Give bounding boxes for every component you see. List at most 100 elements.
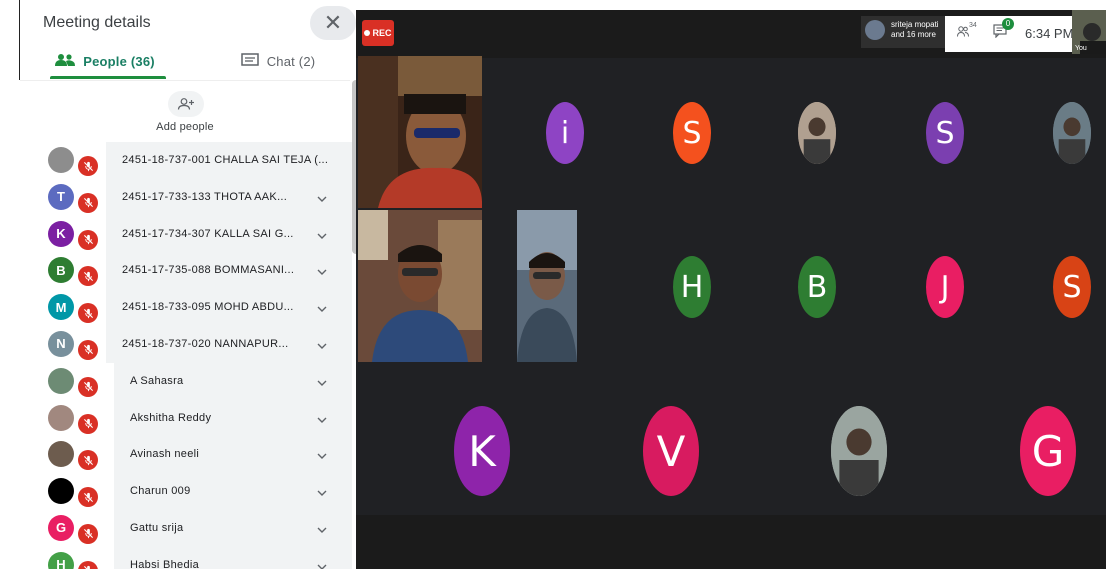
participant-name: A Sahasra xyxy=(130,374,184,387)
tab-people[interactable]: People (36) xyxy=(20,44,190,78)
participant-initial-tile[interactable]: V xyxy=(643,406,699,496)
participant-avatar-group: K xyxy=(48,220,104,250)
chevron-down-icon[interactable] xyxy=(316,302,328,314)
participant-row[interactable]: B 2451-17-735-088 BOMMASANI... xyxy=(20,252,352,290)
active-tab-indicator xyxy=(50,76,166,79)
avatar xyxy=(865,20,885,40)
participant-name: 2451-17-735-088 BOMMASANI... xyxy=(122,264,295,277)
participant-list: 2451-18-737-001 CHALLA SAI TEJA (... T 245… xyxy=(20,142,352,569)
meeting-clock: 6:34 PM xyxy=(1025,26,1074,41)
camera-feed-icon xyxy=(358,210,482,362)
avatar: H xyxy=(48,551,74,569)
participant-photo-tile[interactable] xyxy=(798,102,836,164)
participant-row[interactable]: M 2451-18-733-095 MOHD ABDU... xyxy=(20,289,352,326)
participant-name: Habsi Bhedia xyxy=(130,558,200,569)
add-people-button[interactable]: Add people xyxy=(20,80,350,142)
tab-chat[interactable]: Chat (2) xyxy=(190,44,356,78)
chevron-down-icon[interactable] xyxy=(316,523,328,535)
tab-chat-label: Chat (2) xyxy=(266,53,316,69)
participant-initial-tile[interactable]: H xyxy=(673,256,711,318)
participant-initial-tile[interactable]: G xyxy=(1020,406,1076,496)
participant-initial-tile[interactable]: S xyxy=(673,102,711,164)
mic-off-icon xyxy=(78,413,98,434)
meeting-stage: REC sriteja mopati and 16 more 34 0 6:34… xyxy=(356,10,1106,569)
chevron-down-icon[interactable] xyxy=(316,449,328,461)
close-button[interactable]: ✕ xyxy=(310,6,356,40)
chevron-down-icon[interactable] xyxy=(316,265,328,277)
presenter-chip[interactable]: sriteja mopati and 16 more xyxy=(861,16,945,48)
participant-name: Gattu srija xyxy=(130,521,184,534)
avatar: B xyxy=(48,257,74,284)
panel-title: Meeting details xyxy=(43,14,151,31)
participant-row[interactable]: Avinash neeli xyxy=(20,436,352,474)
participant-avatar-group: H xyxy=(48,551,104,569)
participant-row[interactable]: H Habsi Bhedia xyxy=(20,546,352,569)
chevron-down-icon[interactable] xyxy=(316,192,328,204)
participant-video-3[interactable] xyxy=(517,210,577,362)
participant-avatar-group: T xyxy=(48,183,104,213)
chevron-down-icon[interactable] xyxy=(316,339,328,351)
participant-row[interactable]: G Gattu srija xyxy=(20,509,352,547)
participant-name: 2451-18-737-001 CHALLA SAI TEJA (... xyxy=(122,154,329,166)
profile-photo-icon xyxy=(831,406,887,496)
chevron-down-icon[interactable] xyxy=(316,486,328,498)
participant-initial-tile[interactable]: S xyxy=(926,102,964,164)
participant-row[interactable]: K 2451-17-734-307 KALLA SAI G... xyxy=(20,215,352,253)
profile-photo-icon xyxy=(1053,102,1091,164)
mic-off-icon xyxy=(78,487,98,508)
mic-off-icon xyxy=(78,303,98,324)
mic-off-icon xyxy=(78,229,98,250)
participant-row[interactable]: 2451-18-737-001 CHALLA SAI TEJA (... xyxy=(20,142,352,179)
panel-tabs: People (36) Chat (2) xyxy=(20,44,356,79)
participant-avatar-group xyxy=(48,478,104,508)
chevron-down-icon[interactable] xyxy=(316,560,328,569)
presenter-more: and 16 more xyxy=(891,30,936,39)
chevron-down-icon[interactable] xyxy=(316,376,328,388)
add-people-label: Add people xyxy=(156,121,214,133)
participant-row[interactable]: A Sahasra xyxy=(20,362,352,400)
participant-initial-tile[interactable]: J xyxy=(926,256,964,318)
meeting-top-bar: REC sriteja mopati and 16 more 34 0 6:34… xyxy=(356,10,1106,58)
participant-initial-tile[interactable]: B xyxy=(798,256,836,318)
mic-off-icon xyxy=(78,192,98,213)
participant-avatar-group xyxy=(48,404,104,434)
participant-avatar-group xyxy=(48,367,104,397)
participant-avatar-group xyxy=(48,441,104,471)
participant-photo-tile[interactable] xyxy=(831,406,887,496)
profile-photo-icon xyxy=(798,102,836,164)
avatar xyxy=(48,478,74,505)
camera-feed-icon xyxy=(517,210,577,362)
participant-name: 2451-17-734-307 KALLA SAI G... xyxy=(122,227,294,240)
participant-initial-tile[interactable]: i xyxy=(546,102,584,164)
participants-count: 34 xyxy=(969,22,977,29)
participant-name: Akshitha Reddy xyxy=(130,411,212,424)
participant-initial-tile[interactable]: K xyxy=(454,406,510,496)
chevron-down-icon[interactable] xyxy=(316,229,328,241)
rec-label: REC xyxy=(372,28,392,38)
mic-off-icon xyxy=(78,266,98,287)
self-view-tile[interactable]: You xyxy=(1072,10,1106,54)
participant-name: Charun 009 xyxy=(130,485,191,498)
mic-off-icon xyxy=(78,339,98,360)
mic-off-icon xyxy=(78,450,98,471)
add-person-icon xyxy=(168,91,204,117)
avatar xyxy=(48,404,74,431)
recording-indicator: REC xyxy=(362,20,394,46)
participant-row[interactable]: Charun 009 xyxy=(20,473,352,510)
participant-name: 2451-17-733-133 THOTA AAK... xyxy=(122,190,288,203)
avatar: N xyxy=(48,330,74,357)
participant-photo-tile[interactable] xyxy=(1053,102,1091,164)
chevron-down-icon[interactable] xyxy=(316,413,328,425)
meeting-bottom-bar xyxy=(356,515,1106,569)
participants-icon[interactable] xyxy=(957,26,969,40)
participant-video-1[interactable] xyxy=(358,56,482,208)
participant-avatar-group: M xyxy=(48,294,104,324)
participant-avatar-group: N xyxy=(48,330,104,360)
avatar: G xyxy=(48,514,74,541)
mic-off-icon xyxy=(78,156,98,176)
participant-row[interactable]: N 2451-18-737-020 NANNAPUR... xyxy=(20,325,352,363)
participant-video-2[interactable] xyxy=(358,210,482,362)
participant-row[interactable]: Akshitha Reddy xyxy=(20,399,352,437)
participant-row[interactable]: T 2451-17-733-133 THOTA AAK... xyxy=(20,178,352,216)
participant-initial-tile[interactable]: S xyxy=(1053,256,1091,318)
